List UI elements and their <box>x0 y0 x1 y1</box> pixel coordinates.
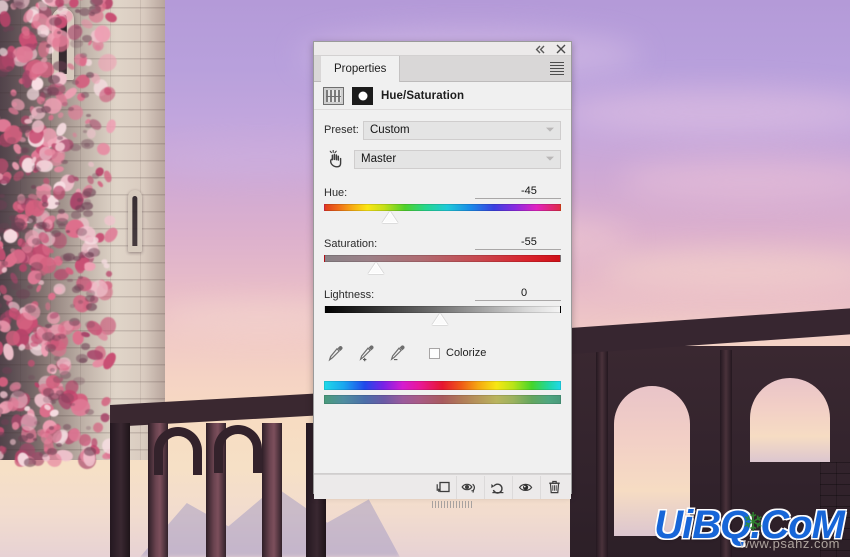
saturation-slider-group: Saturation: -55 <box>324 235 561 276</box>
checkbox-box[interactable] <box>429 347 440 359</box>
archway-pier <box>110 423 130 557</box>
adjustment-layer-thumbnail-icon[interactable] <box>323 86 344 105</box>
channel-row: Master <box>324 148 561 170</box>
eyedropper-subtract-icon[interactable] <box>390 344 406 362</box>
bridge-column <box>596 350 608 557</box>
hue-value-input[interactable]: -45 <box>475 185 561 199</box>
adjustment-header: Hue/Saturation <box>314 82 571 110</box>
lightness-value-input[interactable]: 0 <box>475 287 561 301</box>
lightness-slider-track[interactable] <box>324 306 561 313</box>
preset-select[interactable]: Custom <box>363 120 561 140</box>
channel-select[interactable]: Master <box>354 149 561 169</box>
hue-range-bars <box>324 381 561 404</box>
stone-archway-left <box>110 392 326 557</box>
hue-slider-group: Hue: -45 <box>324 184 561 225</box>
adjustment-title: Hue/Saturation <box>381 89 465 102</box>
eyedropper-tools-row: Colorize <box>328 343 571 363</box>
panel-footer-toolbar <box>314 474 571 508</box>
tower-window <box>128 190 142 252</box>
reset-button[interactable] <box>484 475 512 499</box>
panel-titlebar <box>314 42 571 56</box>
properties-panel[interactable]: Properties Hue/Saturation Preset: Custom <box>313 41 572 508</box>
clip-to-layer-button[interactable] <box>428 476 456 499</box>
tab-label: Properties <box>334 63 387 75</box>
arch-opening <box>750 378 830 462</box>
pink-ivy-foliage <box>0 0 121 471</box>
saturation-slider-track[interactable] <box>324 255 561 262</box>
panel-tabstrip: Properties <box>314 56 571 82</box>
eyedropper-add-icon[interactable] <box>359 344 375 362</box>
arch-opening <box>614 386 690 536</box>
archway-pier <box>262 423 282 557</box>
panel-menu-icon[interactable] <box>550 62 564 75</box>
preset-label: Preset: <box>324 124 359 136</box>
screenshot-root: Properties Hue/Saturation Preset: Custom <box>0 0 850 557</box>
stone-bridge-arches-right <box>570 307 850 557</box>
result-hue-spectrum-bar <box>324 395 561 404</box>
source-hue-spectrum-bar <box>324 381 561 390</box>
arch-opening <box>214 425 262 473</box>
colorize-label: Colorize <box>446 347 487 359</box>
close-icon[interactable] <box>554 43 567 56</box>
eyedropper-icon[interactable] <box>328 344 344 362</box>
on-image-adjustment-hand-icon[interactable] <box>324 149 348 169</box>
collapse-panel-icon[interactable] <box>534 43 547 56</box>
colorize-checkbox[interactable]: Colorize <box>429 347 486 359</box>
tab-properties[interactable]: Properties <box>321 56 401 82</box>
visibility-button[interactable] <box>512 475 540 499</box>
hue-label: Hue: <box>324 187 348 199</box>
saturation-slider-thumb[interactable] <box>368 262 385 274</box>
bridge-brickwork <box>820 462 850 557</box>
lightness-slider-thumb[interactable] <box>432 313 449 325</box>
toggle-preview-button[interactable] <box>456 475 484 499</box>
bridge-column <box>720 350 732 557</box>
lightness-label: Lightness: <box>324 289 375 301</box>
channel-value: Master <box>361 153 397 165</box>
layer-mask-thumbnail-icon[interactable] <box>352 86 373 105</box>
panel-resize-grip[interactable] <box>432 501 474 508</box>
hue-slider-track[interactable] <box>324 204 561 211</box>
chevron-down-icon <box>546 156 554 161</box>
preset-value: Custom <box>370 124 410 136</box>
lightness-slider-group: Lightness: 0 <box>324 286 561 327</box>
saturation-label: Saturation: <box>324 238 378 250</box>
chevron-down-icon <box>546 127 554 132</box>
hue-slider-thumb[interactable] <box>382 211 399 223</box>
saturation-value-input[interactable]: -55 <box>475 236 561 250</box>
panel-content: Hue/Saturation Preset: Custom Master Hue… <box>314 82 571 474</box>
delete-button[interactable] <box>540 475 568 499</box>
arch-opening <box>154 427 202 475</box>
preset-row: Preset: Custom <box>324 119 561 141</box>
